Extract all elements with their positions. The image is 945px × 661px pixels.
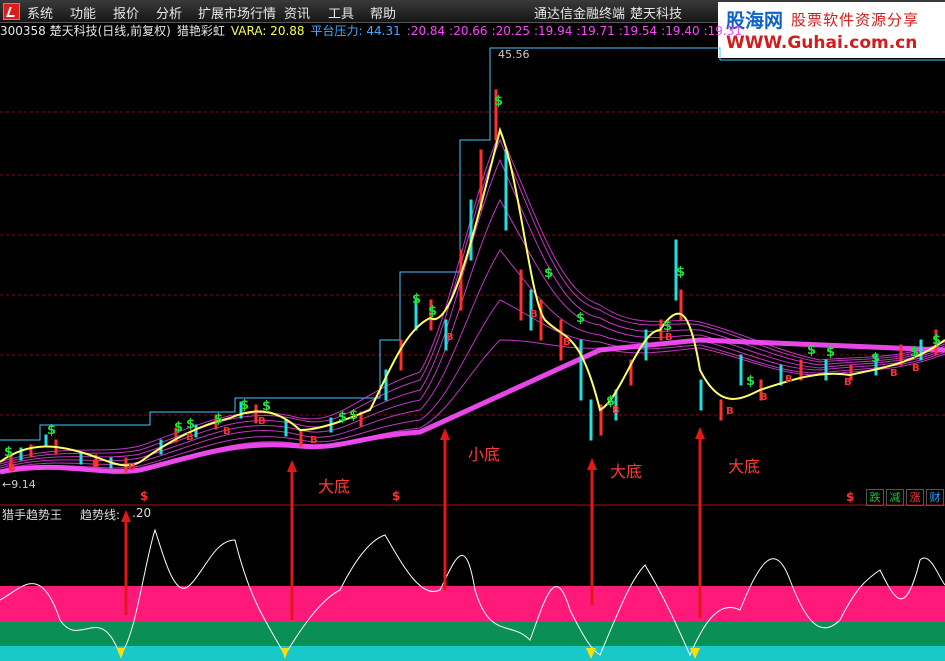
svg-text:$: $ [349, 408, 358, 423]
svg-text:$: $ [871, 351, 880, 366]
low-price-label: ←9.14 [2, 478, 36, 491]
svg-text:$: $ [262, 399, 271, 414]
svg-text:B: B [223, 426, 231, 437]
svg-text:$: $ [4, 445, 13, 460]
svg-text:$: $ [826, 345, 835, 360]
svg-text:B: B [563, 337, 571, 348]
svg-text:$: $ [214, 412, 223, 427]
svg-text:$: $ [910, 345, 919, 360]
yellow-trend-line [0, 126, 945, 467]
svg-text:$: $ [412, 292, 421, 307]
flag-finance[interactable]: 财 [926, 489, 944, 506]
buy-signal-markers: $$ $ $ $$ $$ $$$$ $$$$ $$$ $ $ $$ [4, 94, 941, 460]
rainbow-ribbon [0, 130, 945, 473]
indicator-pink-band [0, 586, 945, 622]
svg-text:B: B [530, 309, 538, 320]
svg-text:B: B [612, 405, 620, 416]
svg-text:B: B [844, 377, 852, 388]
annotation-big-bottom-2: 大底 [610, 462, 643, 481]
svg-text:$: $ [140, 489, 148, 503]
indicator-panel-name: 猎手趋势王 [2, 508, 63, 522]
svg-text:$: $ [846, 490, 854, 504]
high-price-label: 45.56 [498, 48, 530, 61]
flag-rise[interactable]: 涨 [906, 489, 924, 506]
svg-text:$: $ [676, 265, 685, 280]
svg-text:B: B [186, 432, 194, 443]
svg-text:B: B [890, 368, 898, 379]
annotation-big-bottom-3: 大底 [728, 457, 761, 476]
svg-text:B: B [92, 459, 100, 470]
svg-text:B: B [258, 416, 266, 427]
svg-text:$: $ [338, 410, 347, 425]
trend-line-label: 趋势线: [80, 508, 121, 522]
svg-text:$: $ [544, 266, 553, 281]
svg-text:$: $ [174, 420, 183, 435]
annotation-small-bottom: 小底 [468, 445, 501, 464]
svg-text:B: B [665, 332, 673, 343]
svg-text:B: B [785, 374, 793, 385]
flag-reduce[interactable]: 减 [886, 489, 904, 506]
svg-text:$: $ [494, 94, 503, 109]
chart-canvas[interactable]: $$ $ $ $$ $$ $$$$ $$$$ $$$ $ $ $$ B B BB BBBB B… [0, 0, 945, 661]
svg-text:$: $ [807, 343, 816, 358]
candlesticks [9, 89, 938, 473]
sell-signal-markers: B B BB BBBB BBBB BBB B BB $ $ $ [8, 309, 920, 504]
svg-text:$: $ [746, 374, 755, 389]
grid-lines [0, 111, 945, 416]
svg-text:$: $ [392, 489, 400, 503]
svg-text:$: $ [932, 333, 941, 348]
svg-text:$: $ [186, 417, 195, 432]
svg-text:$: $ [428, 304, 437, 319]
svg-text:B: B [912, 363, 920, 374]
svg-text:B: B [128, 462, 136, 473]
svg-text:B: B [760, 392, 768, 403]
svg-text:$: $ [240, 398, 249, 413]
svg-text:$: $ [576, 311, 585, 326]
annotation-big-bottom-1: 大底 [318, 477, 351, 496]
flag-fall[interactable]: 跌 [866, 489, 884, 506]
svg-text:B: B [446, 332, 454, 343]
svg-text:$: $ [47, 423, 56, 438]
svg-text:B: B [8, 463, 16, 474]
indicator-green-band [0, 622, 945, 646]
svg-text:B: B [726, 406, 734, 417]
svg-text:B: B [310, 435, 318, 446]
indicator-cyan-band [0, 646, 945, 661]
trend-line-value: .20 [132, 506, 152, 520]
